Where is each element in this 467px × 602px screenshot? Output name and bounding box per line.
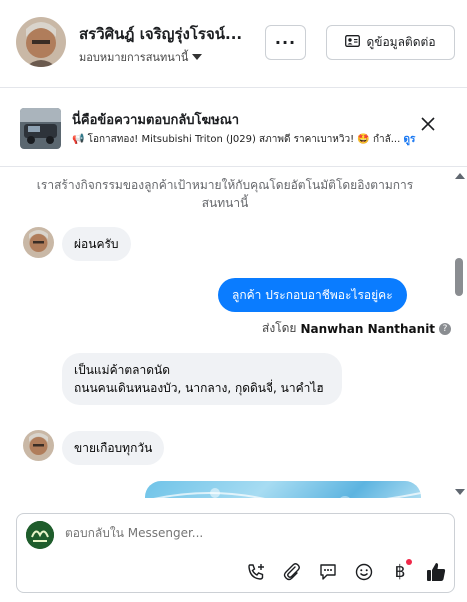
reply-composer: ฿ [16, 513, 455, 593]
scrollbar-track[interactable] [455, 168, 465, 498]
conversation-header: สรวิศินฎ์ เจริญรุ่งโรจน์... มอบหมายการสน… [0, 0, 467, 88]
payment-button[interactable]: ฿ [386, 559, 414, 585]
customer-avatar-small[interactable] [23, 227, 54, 258]
lead-activity-notice: เราสร้างกิจกรรมของลูกค้าเป้าหมายให้กับคุ… [36, 178, 414, 210]
saved-replies-button[interactable] [314, 559, 342, 585]
attach-file-button[interactable] [278, 559, 306, 585]
customer-name[interactable]: สรวิศินฎ์ เจริญรุ่งโรจน์... [79, 22, 251, 46]
scroll-up-arrow[interactable] [455, 173, 465, 179]
ad-reply-title: นี่คือข้อความตอบกลับโฆษณา [72, 113, 240, 128]
close-ad-banner-button[interactable] [421, 117, 435, 131]
baht-icon: ฿ [394, 562, 406, 582]
ad-thumbnail[interactable] [20, 108, 61, 149]
customer-avatar[interactable] [16, 17, 66, 67]
notification-dot [406, 559, 412, 565]
outgoing-message: ลูกค้า ประกอบอาชีพอะไรอยู่คะ [218, 278, 407, 312]
outgoing-image-attachment[interactable] [145, 481, 421, 498]
assign-conversation-dropdown[interactable]: มอบหมายการสนทนานี้ [79, 48, 203, 66]
ad-reply-banner: นี่คือข้อความตอบกลับโฆษณา 📢 โอกาสทอง! Mi… [0, 89, 467, 167]
phone-plus-icon [248, 564, 264, 580]
incoming-message: ผ่อนครับ [62, 227, 131, 261]
page-avatar [26, 521, 54, 549]
like-button[interactable] [422, 559, 450, 585]
incoming-message: ขายเกือบทุกวัน [62, 431, 165, 465]
ad-view-link[interactable]: ดูร [403, 134, 415, 145]
message-thread[interactable]: เราสร้างกิจกรรมของลูกค้าเป้าหมายให้กับคุ… [0, 168, 467, 498]
incoming-message: เป็นแม่ค้าตลาดนัด ถนนคนเดินหนองบัว, นากล… [62, 353, 342, 405]
emoji-button[interactable] [350, 559, 378, 585]
thumbs-up-icon [427, 563, 446, 581]
ad-description: 📢 โอกาสทอง! Mitsubishi Triton (J029) สภา… [72, 132, 444, 147]
add-call-button[interactable] [242, 559, 270, 585]
reply-input[interactable] [65, 526, 425, 540]
ad-description-text: 📢 โอกาสทอง! Mitsubishi Triton (J029) สภา… [72, 134, 401, 145]
view-contact-label: ดูข้อมูลติดต่อ [366, 35, 436, 49]
chevron-down-icon [192, 54, 203, 60]
paperclip-icon [283, 563, 300, 581]
speech-bubble-icon [320, 564, 336, 580]
contact-card-icon [345, 35, 361, 50]
sent-by-info: ส่งโดย Nanwhan Nanthanit ? [262, 319, 452, 338]
close-icon [421, 117, 435, 131]
sent-by-prefix: ส่งโดย [262, 321, 297, 335]
composer-toolbar: ฿ [242, 559, 450, 585]
help-icon[interactable]: ? [439, 322, 452, 335]
view-contact-button[interactable]: ดูข้อมูลติดต่อ [326, 25, 455, 60]
scroll-down-arrow[interactable] [455, 489, 465, 495]
customer-avatar-small[interactable] [23, 430, 54, 461]
assign-label: มอบหมายการสนทนานี้ [79, 51, 189, 64]
sender-name[interactable]: Nanwhan Nanthanit [300, 322, 435, 336]
scrollbar-thumb[interactable] [455, 258, 463, 296]
smiley-icon [355, 563, 373, 581]
more-options-button[interactable]: ··· [265, 25, 306, 60]
